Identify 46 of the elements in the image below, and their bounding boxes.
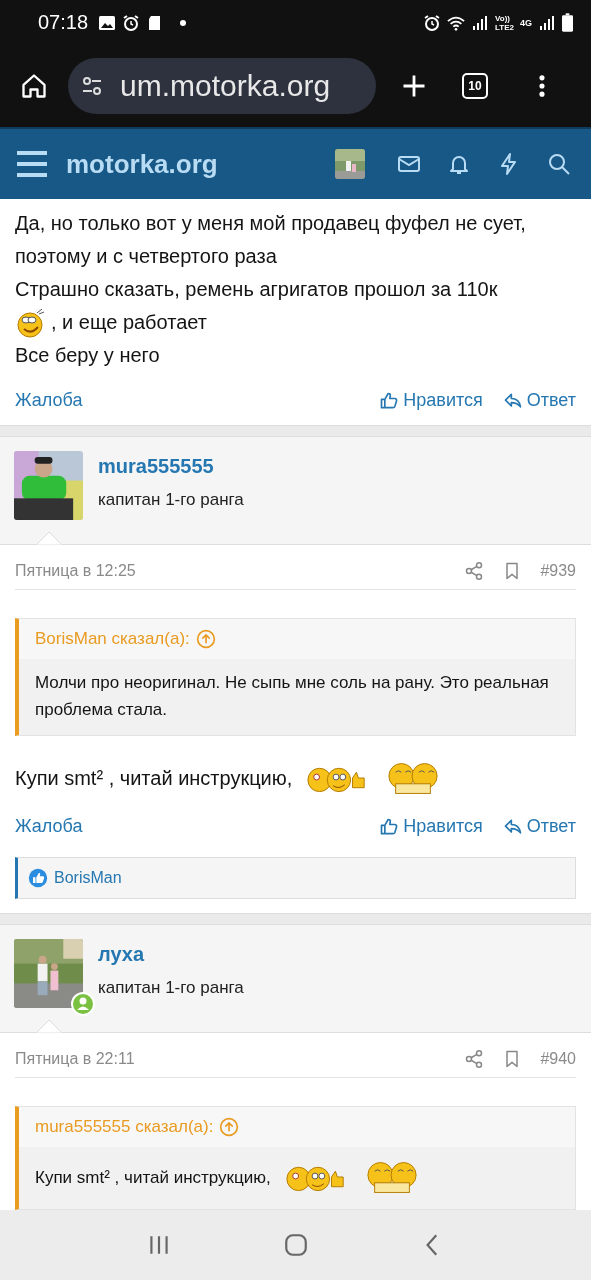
report-link[interactable]: Жалоба [15,816,83,837]
network-label: 4G [520,17,532,28]
signal-icon [538,13,556,32]
alarm-icon [122,13,141,32]
post-text: Все беру у него [15,343,160,368]
share-icon[interactable] [464,561,485,581]
username-link[interactable]: луха [98,943,244,966]
signal-icon [471,13,489,32]
post-text: Да, но только вот у меня мой продавец фуфел не сует, поэтому и с четвертого раза [15,211,527,269]
home-icon[interactable] [20,72,48,100]
dot-icon [180,19,187,26]
smiley-icon [15,306,47,339]
username-link[interactable]: mura555555 [98,455,244,478]
quote-text: Молчи про неоригинал. Не сыпь мне соль на рану. Это реальная проблема стала. [35,673,549,719]
share-icon[interactable] [464,1049,485,1069]
tune-icon [80,74,104,98]
post-text: , и еще работает [51,310,207,335]
reply-link[interactable]: Ответ [502,390,576,411]
lte-label: LTE2 [495,22,514,32]
post-number[interactable]: #939 [540,562,576,580]
like-reaction-icon [28,868,48,888]
post-text: Купи smt² , читай инструкцию, [35,1166,271,1189]
volte-label: Vo)) [495,13,510,23]
search-icon[interactable] [547,152,571,176]
post-text: Страшно сказать, ремень агригатов прошол за 110к [15,277,498,302]
post-text: Купи smt² , читай инструкцию, [15,765,293,791]
clock: 07:18 [38,11,89,34]
like-link[interactable]: Нравится [379,816,483,837]
user-rank: капитан 1-го ранга [98,978,244,998]
post-date[interactable]: Пятница в 12:25 [15,562,136,580]
post-number[interactable]: #940 [540,1050,576,1068]
site-title[interactable]: motorka.org [66,148,218,180]
like-link[interactable]: Нравится [379,390,483,411]
menu-icon[interactable] [16,150,48,178]
report-link[interactable]: Жалоба [15,390,83,411]
reply-link[interactable]: Ответ [502,816,576,837]
user-rank: капитан 1-го ранга [98,490,244,510]
thumbs-up-icon [379,816,400,837]
thumbs-up-icon [379,390,400,411]
reaction-user-link[interactable]: BorisMan [54,869,122,887]
battery-icon [562,13,573,32]
tab-count-button[interactable]: 10 [462,73,488,99]
image-icon [98,13,117,32]
address-bar[interactable]: um.motorka.org [68,58,376,114]
alarm-icon [423,13,441,32]
post-date[interactable]: Пятница в 22:11 [15,1050,135,1068]
